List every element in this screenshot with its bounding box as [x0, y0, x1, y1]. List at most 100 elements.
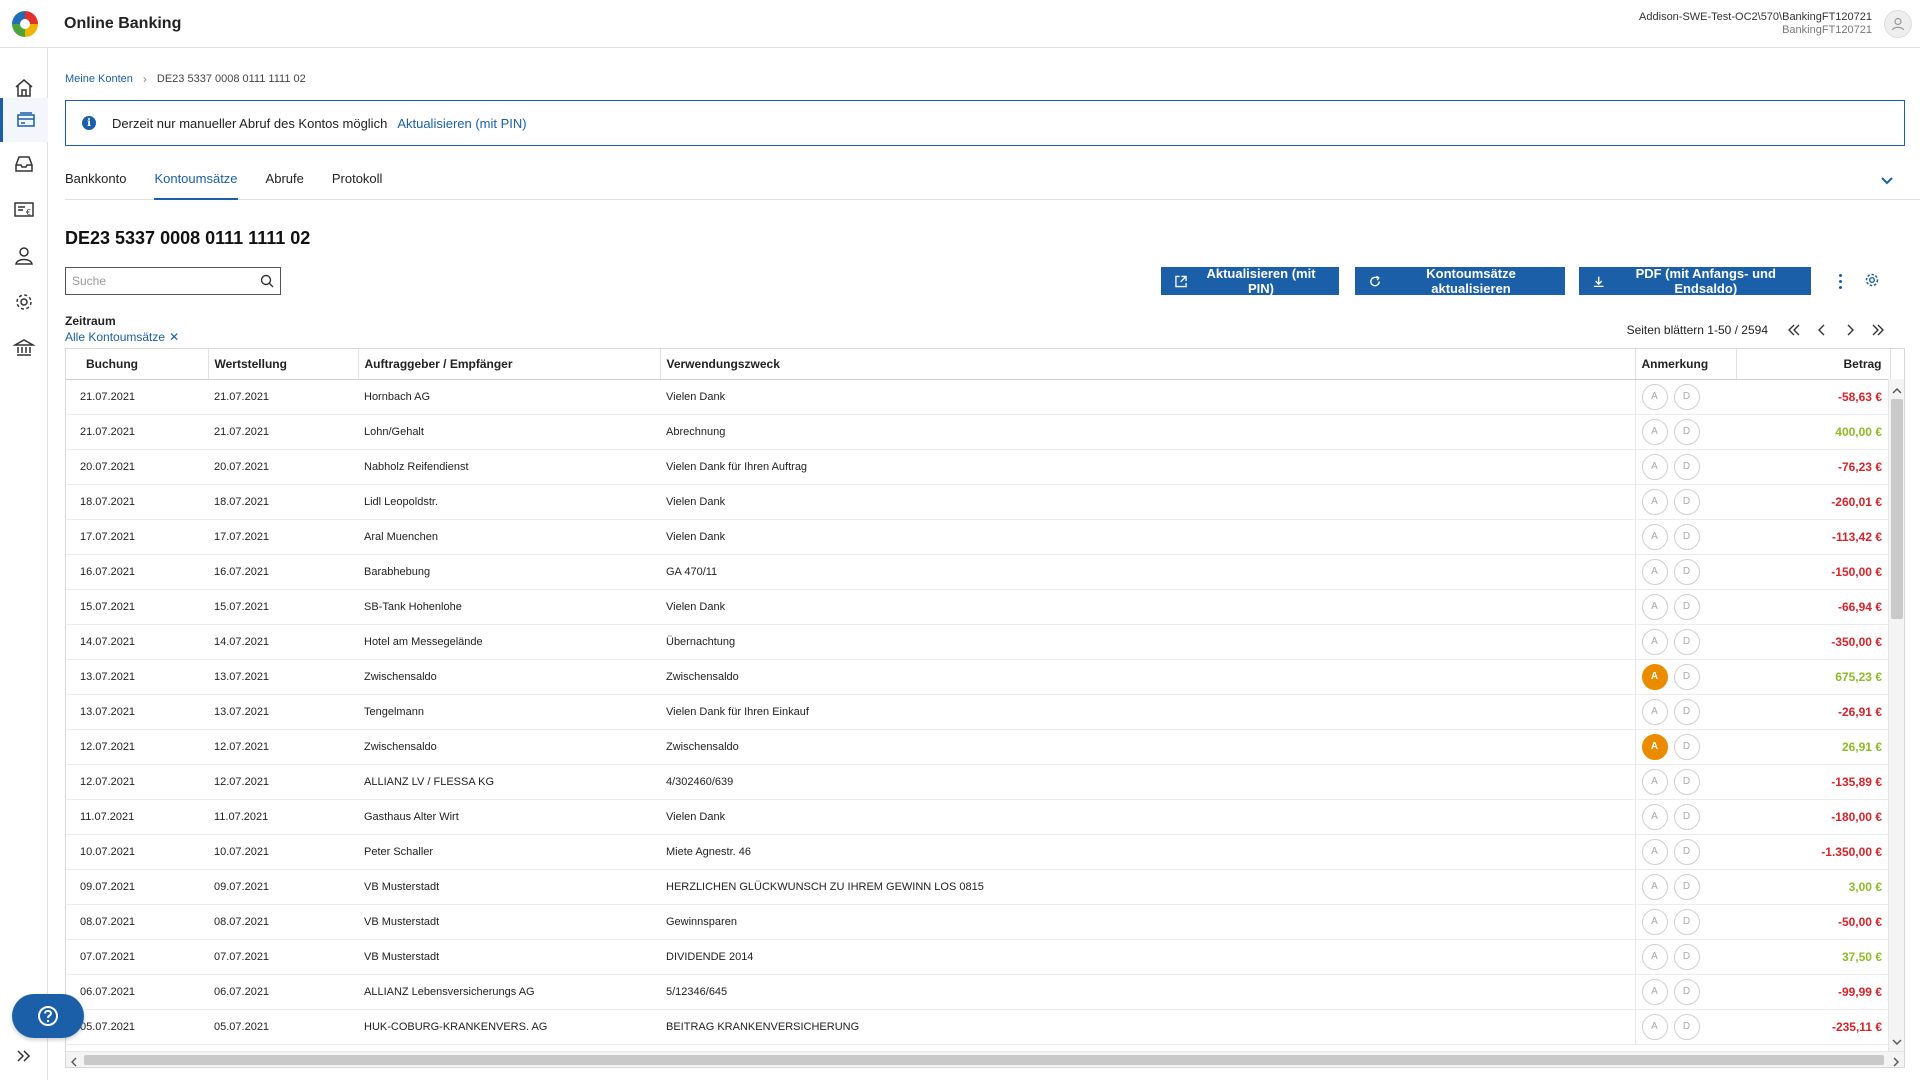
note-d-toggle[interactable]: D — [1673, 558, 1700, 585]
chevron-down-icon[interactable] — [1880, 174, 1894, 189]
info-refresh-link[interactable]: Aktualisieren (mit PIN) — [397, 116, 526, 131]
table-row[interactable]: 13.07.2021 13.07.2021 Tengelmann Vielen Dan… — [66, 694, 1890, 730]
table-row[interactable]: 10.07.2021 10.07.2021 Peter Schaller Miete … — [66, 834, 1890, 870]
first-page-icon[interactable] — [1780, 320, 1808, 340]
note-d-toggle[interactable]: D — [1673, 663, 1700, 690]
note-d-toggle[interactable]: D — [1673, 768, 1700, 795]
horizontal-scrollbar[interactable] — [66, 1051, 1904, 1067]
previous-page-icon[interactable] — [1808, 320, 1836, 340]
period-filter-chip[interactable]: Alle Kontoumsätze ✕ — [65, 330, 179, 344]
note-d-toggle[interactable]: D — [1673, 523, 1700, 550]
note-d-toggle[interactable]: D — [1673, 418, 1700, 445]
note-d-toggle[interactable]: D — [1673, 488, 1700, 515]
note-d-toggle[interactable]: D — [1673, 698, 1700, 725]
help-button[interactable] — [12, 994, 84, 1038]
refresh-with-pin-button[interactable]: Aktualisieren (mit PIN) — [1161, 266, 1339, 296]
vertical-scrollbar[interactable] — [1888, 379, 1904, 1053]
note-a-toggle[interactable]: A — [1641, 558, 1668, 585]
note-a-toggle[interactable]: A — [1641, 908, 1668, 935]
note-d-toggle[interactable]: D — [1673, 453, 1700, 480]
note-d-toggle[interactable]: D — [1673, 593, 1700, 620]
note-d-toggle[interactable]: D — [1673, 873, 1700, 900]
note-d-toggle[interactable]: D — [1673, 943, 1700, 970]
note-a-toggle[interactable]: A — [1641, 523, 1668, 550]
scroll-left-icon[interactable] — [70, 1055, 78, 1067]
inbox-icon[interactable] — [0, 142, 48, 186]
search-input[interactable] — [66, 274, 246, 288]
table-row[interactable]: 06.07.2021 06.07.2021 ALLIANZ Lebensversic… — [66, 974, 1890, 1010]
user-avatar-icon[interactable] — [1884, 10, 1912, 38]
expand-navigation-icon[interactable] — [14, 1046, 34, 1066]
vertical-scroll-thumb[interactable] — [1891, 399, 1903, 619]
note-d-toggle[interactable]: D — [1673, 628, 1700, 655]
column-header-partner[interactable]: Auftraggeber / Empfänger — [358, 349, 661, 380]
note-a-toggle[interactable]: A — [1641, 593, 1668, 620]
contacts-icon[interactable] — [0, 234, 48, 278]
breadcrumb-meine-konten[interactable]: Meine Konten — [65, 73, 133, 85]
column-header-zweck[interactable]: Verwendungszweck — [660, 349, 1636, 380]
note-a-toggle[interactable]: A — [1641, 838, 1668, 865]
bank-icon[interactable] — [0, 326, 48, 370]
table-row[interactable]: 12.07.2021 12.07.2021 Zwischensaldo Zwische… — [66, 729, 1890, 765]
next-page-icon[interactable] — [1836, 320, 1864, 340]
note-a-toggle[interactable]: A — [1641, 383, 1668, 410]
note-a-toggle[interactable]: A — [1641, 768, 1668, 795]
column-header-wertstellung[interactable]: Wertstellung — [208, 349, 359, 380]
pdf-download-button[interactable]: PDF (mit Anfangs- und Endsaldo) — [1579, 266, 1811, 296]
tab-bankkonto[interactable]: Bankkonto — [65, 166, 126, 200]
payments-icon[interactable]: € — [0, 188, 48, 232]
table-row[interactable]: 15.07.2021 15.07.2021 SB-Tank Hohenlohe Vie… — [66, 589, 1890, 625]
tab-protokoll[interactable]: Protokoll — [332, 166, 383, 200]
tab-kontoumsaetze[interactable]: Kontoumsätze — [154, 166, 238, 200]
note-a-toggle[interactable]: A — [1641, 943, 1668, 970]
search-icon[interactable] — [260, 274, 274, 291]
table-row[interactable]: 07.07.2021 07.07.2021 VB Musterstadt DIVIDE… — [66, 939, 1890, 975]
note-a-toggle[interactable]: A — [1641, 1013, 1668, 1040]
note-a-toggle[interactable]: A — [1641, 488, 1668, 515]
table-row[interactable]: 20.07.2021 20.07.2021 Nabholz Reifendienst… — [66, 449, 1890, 485]
table-row[interactable]: 18.07.2021 18.07.2021 Lidl Leopoldstr. Viel… — [66, 484, 1890, 520]
tab-abrufe[interactable]: Abrufe — [266, 166, 304, 200]
table-row[interactable]: 21.07.2021 21.07.2021 Lohn/Gehalt Abrechnun… — [66, 414, 1890, 450]
table-row[interactable]: 21.07.2021 21.07.2021 Hornbach AG Vielen Da… — [66, 379, 1890, 415]
column-header-betrag[interactable]: Betrag — [1736, 349, 1891, 380]
note-a-toggle[interactable]: A — [1641, 663, 1668, 690]
note-a-toggle[interactable]: A — [1641, 453, 1668, 480]
note-d-toggle[interactable]: D — [1673, 383, 1700, 410]
table-settings-gear-icon[interactable] — [1864, 272, 1880, 291]
accounts-icon[interactable] — [0, 98, 48, 142]
user-info[interactable]: Addison-SWE-Test-OC2\570\BankingFT120721… — [1639, 11, 1872, 37]
table-row[interactable]: 08.07.2021 08.07.2021 VB Musterstadt Gewinn… — [66, 904, 1890, 940]
settings-icon[interactable] — [0, 280, 48, 324]
table-row[interactable]: 11.07.2021 11.07.2021 Gasthaus Alter Wirt V… — [66, 799, 1890, 835]
note-a-toggle[interactable]: A — [1641, 803, 1668, 830]
table-row[interactable]: 16.07.2021 16.07.2021 Barabhebung GA 470/11… — [66, 554, 1890, 590]
column-header-buchung[interactable]: Buchung — [66, 349, 209, 380]
note-a-toggle[interactable]: A — [1641, 873, 1668, 900]
note-d-toggle[interactable]: D — [1673, 803, 1700, 830]
scroll-down-icon[interactable] — [1892, 1034, 1902, 1049]
note-d-toggle[interactable]: D — [1673, 978, 1700, 1005]
note-d-toggle[interactable]: D — [1673, 733, 1700, 760]
horizontal-scroll-thumb[interactable] — [84, 1055, 1884, 1065]
note-a-toggle[interactable]: A — [1641, 698, 1668, 725]
note-d-toggle[interactable]: D — [1673, 1013, 1700, 1040]
column-header-anmerkung[interactable]: Anmerkung — [1635, 349, 1737, 380]
refresh-transactions-button[interactable]: Kontoumsätze aktualisieren — [1355, 266, 1565, 296]
last-page-icon[interactable] — [1864, 320, 1892, 340]
note-d-toggle[interactable]: D — [1673, 908, 1700, 935]
scroll-up-icon[interactable] — [1892, 383, 1902, 398]
clear-filter-icon[interactable]: ✕ — [169, 330, 179, 344]
note-a-toggle[interactable]: A — [1641, 978, 1668, 1005]
table-row[interactable]: 09.07.2021 09.07.2021 VB Musterstadt HERZLI… — [66, 869, 1890, 905]
table-row[interactable]: 12.07.2021 12.07.2021 ALLIANZ LV / FLESSA … — [66, 764, 1890, 800]
note-a-toggle[interactable]: A — [1641, 628, 1668, 655]
more-options-icon[interactable] — [1830, 270, 1850, 292]
note-d-toggle[interactable]: D — [1673, 838, 1700, 865]
note-a-toggle[interactable]: A — [1641, 418, 1668, 445]
note-a-toggle[interactable]: A — [1641, 733, 1668, 760]
table-row[interactable]: 17.07.2021 17.07.2021 Aral Muenchen Vielen … — [66, 519, 1890, 555]
table-row[interactable]: 14.07.2021 14.07.2021 Hotel am Messegeländ… — [66, 624, 1890, 660]
table-row[interactable]: 13.07.2021 13.07.2021 Zwischensaldo Zwische… — [66, 659, 1890, 695]
table-row[interactable]: 05.07.2021 05.07.2021 HUK-COBURG-KRANKENVE… — [66, 1009, 1890, 1045]
